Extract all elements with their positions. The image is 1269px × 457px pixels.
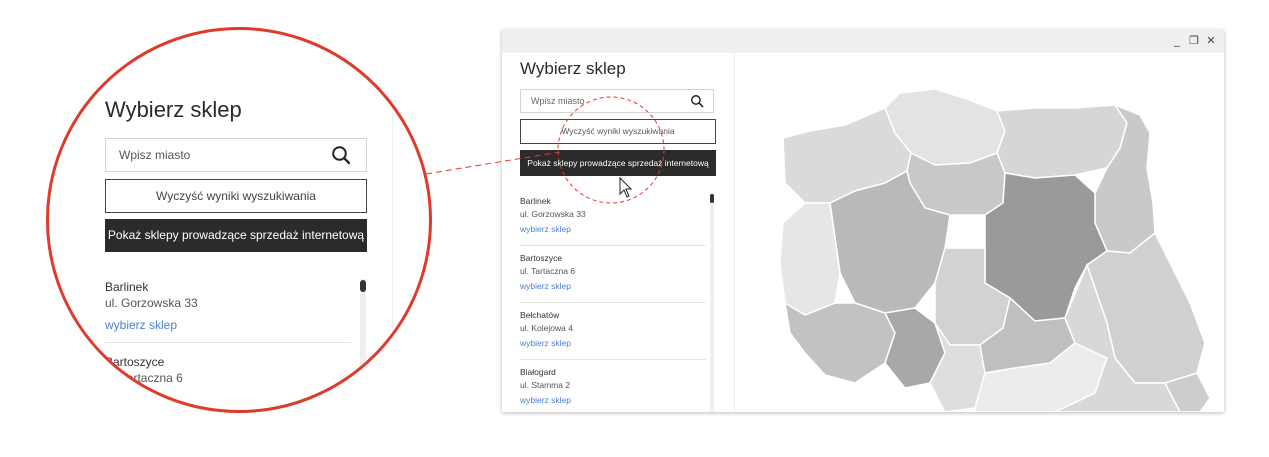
select-store-link[interactable]: wybierz sklep: [520, 395, 571, 405]
scrollbar-thumb[interactable]: [710, 194, 714, 203]
search-placeholder: Wpisz miasto: [119, 148, 191, 162]
zoom-magnifier: Wybierz sklep Wpisz miasto Wyczyść wynik…: [46, 27, 432, 413]
page-content: Wybierz sklep Wpisz miasto Wyczyść wynik…: [502, 53, 1224, 412]
select-store-link[interactable]: wybierz sklep: [105, 318, 177, 332]
store-name: Bartoszyce: [520, 253, 563, 263]
search-placeholder: Wpisz miasto: [531, 96, 585, 106]
panel-divider: [392, 63, 393, 410]
page-title: Wybierz sklep: [520, 59, 626, 78]
scrollbar-thumb[interactable]: [360, 280, 366, 292]
store-list: Barlinek ul. Gorzowska 33 wybierz sklep …: [520, 189, 706, 412]
poland-map[interactable]: [735, 53, 1224, 412]
search-input[interactable]: Wpisz miasto: [105, 138, 367, 172]
store-address: ul. Kolejowa 4: [520, 323, 573, 333]
store-address: ul. Gorzowska 33: [105, 296, 198, 310]
clear-results-button[interactable]: Wyczyść wyniki wyszukiwania: [520, 119, 716, 144]
list-divider: [105, 342, 351, 343]
store-address: ul. Tartaczna 6: [520, 266, 576, 276]
store-name: Białogard: [520, 367, 556, 377]
map-region-lower-silesian[interactable]: [783, 301, 896, 384]
store-address: ul. Tartaczna 6: [105, 371, 183, 385]
clear-results-button[interactable]: Wyczyść wyniki wyszukiwania: [105, 179, 367, 213]
show-online-stores-button[interactable]: Pokaż sklepy prowadzące sprzedaż interne…: [105, 219, 367, 252]
close-icon[interactable]: ✕: [1204, 33, 1218, 49]
search-input[interactable]: Wpisz miasto: [520, 89, 714, 113]
scrollbar-track[interactable]: [360, 279, 366, 410]
store-address: ul. Stamma 2: [520, 380, 571, 390]
select-store-link[interactable]: wybierz sklep: [520, 281, 571, 291]
search-icon[interactable]: [331, 145, 351, 165]
restore-icon[interactable]: ❐: [1187, 33, 1201, 49]
minimize-icon[interactable]: _: [1170, 33, 1184, 49]
scrollbar-track[interactable]: [710, 193, 714, 412]
store-name: Bełchatów: [520, 310, 560, 320]
search-icon[interactable]: [690, 94, 704, 108]
list-item: Bartoszyce ul. Tartaczna 6 wybierz sklep: [520, 246, 706, 303]
select-store-link[interactable]: wybierz sklep: [520, 224, 571, 234]
list-item: Bełchatów ul. Kolejowa 4 wybierz sklep: [520, 303, 706, 360]
show-online-stores-button[interactable]: Pokaż sklepy prowadzące sprzedaż interne…: [520, 150, 716, 176]
map-region-lubusz[interactable]: [779, 202, 841, 316]
store-address: ul. Gorzowska 33: [520, 209, 586, 219]
store-panel: Wybierz sklep Wpisz miasto Wyczyść wynik…: [502, 53, 735, 412]
store-name: Bartoszyce: [105, 355, 165, 369]
store-name: Barlinek: [105, 280, 149, 294]
browser-window: _ ❐ ✕ Wybierz sklep Wpisz miasto Wyczyść…: [502, 30, 1224, 412]
zoom-content: Wybierz sklep Wpisz miasto Wyczyść wynik…: [49, 30, 429, 410]
store-name: Barlinek: [520, 196, 551, 206]
window-titlebar: _ ❐ ✕: [502, 30, 1224, 53]
select-store-link[interactable]: wybierz sklep: [520, 338, 571, 348]
list-item: Barlinek ul. Gorzowska 33 wybierz sklep: [520, 189, 706, 246]
list-item: Białogard ul. Stamma 2 wybierz sklep: [520, 360, 706, 412]
page-title: Wybierz sklep: [105, 97, 242, 122]
